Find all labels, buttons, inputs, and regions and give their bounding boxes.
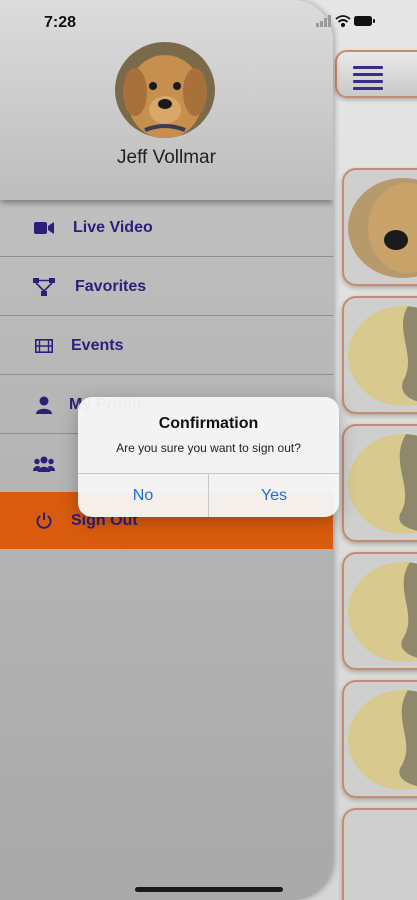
app-screen: 7:28 Jeff Vollmar Live Video Favorites E… [0,0,417,900]
power-icon [32,509,56,533]
thumbnail-image [348,562,417,662]
thumbnail-image [348,690,417,790]
menu-item-live-video[interactable]: Live Video [0,200,333,257]
thumbnail-card[interactable] [342,808,417,900]
dog-thumbnail-image [348,178,417,278]
menu-item-events[interactable]: Events [0,318,333,375]
thumbnail-image [348,306,417,406]
confirmation-dialog: Confirmation Are you sure you want to si… [78,397,339,517]
film-icon [32,334,56,358]
network-icon [32,275,56,299]
user-icon [32,393,56,417]
thumbnail-image [348,434,417,534]
thumbnail-card[interactable] [342,296,417,414]
menu-item-favorites[interactable]: Favorites [0,259,333,316]
thumbnail-card[interactable] [342,424,417,542]
status-icons [316,14,376,31]
menu-button[interactable] [335,50,417,98]
menu-item-label: Favorites [75,278,147,295]
thumbnail-card[interactable] [342,680,417,798]
thumbnail-card[interactable] [342,168,417,286]
no-button[interactable]: No [78,474,208,517]
drawer-header: 7:28 Jeff Vollmar [0,0,333,200]
users-icon [32,452,56,476]
menu-item-label: Live Video [73,219,153,236]
video-camera-icon [32,216,56,240]
user-name: Jeff Vollmar [117,147,216,168]
yes-button[interactable]: Yes [209,474,339,517]
status-time: 7:28 [44,14,77,31]
wifi-icon [335,15,351,28]
battery-icon [354,16,375,26]
hamburger-icon [353,66,383,94]
avatar[interactable] [115,42,215,138]
dialog-title: Confirmation [158,415,259,432]
thumbnail-card[interactable] [342,552,417,670]
dialog-message: Are you sure you want to sign out? [116,441,301,455]
menu-item-label: Events [71,337,124,354]
home-indicator [135,887,283,892]
signal-icon [316,15,331,27]
